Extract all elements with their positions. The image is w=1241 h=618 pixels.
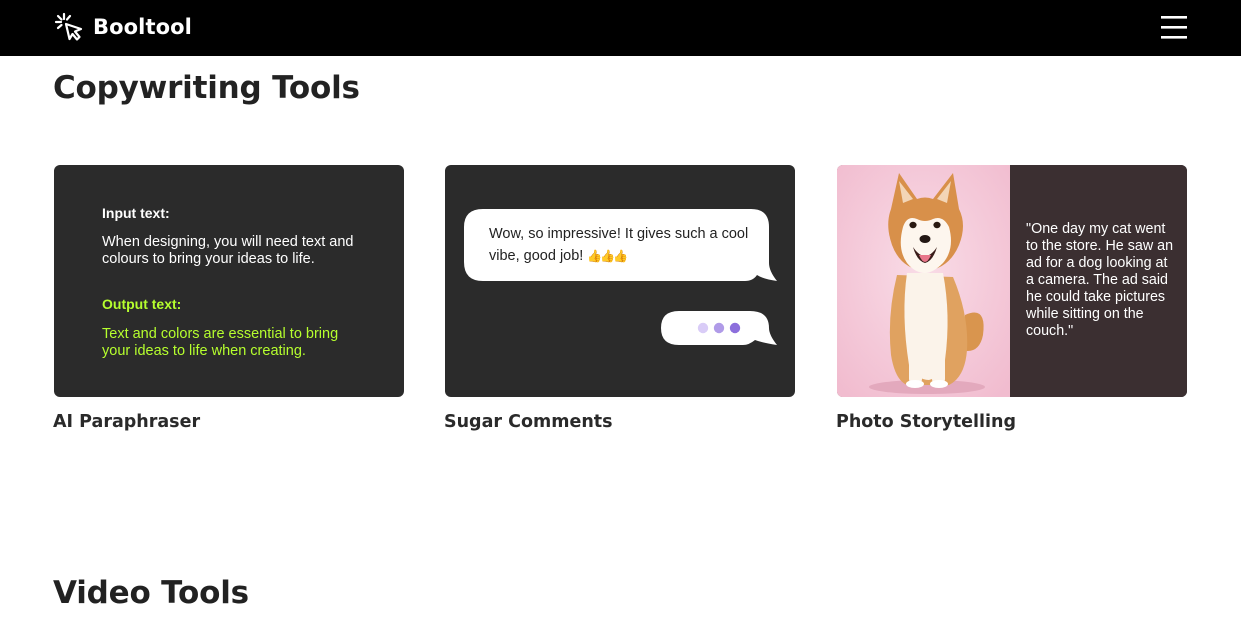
- comment-text: Wow, so impressive! It gives such a cool…: [489, 223, 759, 267]
- chat-bubbles-illustration: [464, 209, 777, 345]
- brand-name: Booltool: [93, 15, 192, 39]
- tool-thumbnail: "One day my cat went to the store. He sa…: [837, 165, 1187, 397]
- story-panel: "One day my cat went to the store. He sa…: [1010, 165, 1187, 397]
- input-text: When designing, you will need text and c…: [102, 234, 354, 267]
- tool-thumbnail: Input text: When designing, you will nee…: [54, 165, 404, 397]
- input-label: Input text:: [102, 205, 170, 221]
- output-text: Text and colors are essential to bring y…: [102, 326, 339, 359]
- tool-card-title[interactable]: Sugar Comments: [444, 412, 613, 432]
- tool-card-title[interactable]: Photo Storytelling: [836, 412, 1016, 432]
- dog-illustration: [837, 165, 1010, 397]
- tool-card-photo-storytelling[interactable]: "One day my cat went to the store. He sa…: [836, 165, 1187, 432]
- cursor-click-icon: [54, 12, 83, 41]
- hamburger-menu-icon: [1161, 16, 1187, 39]
- tool-card-ai-paraphraser[interactable]: Input text: When designing, you will nee…: [53, 165, 404, 432]
- typing-dots-icon: [697, 322, 741, 334]
- output-label: Output text:: [102, 296, 182, 312]
- menu-button[interactable]: [1158, 13, 1190, 43]
- tool-card-sugar-comments[interactable]: Wow, so impressive! It gives such a cool…: [444, 165, 795, 432]
- tool-card-title[interactable]: AI Paraphraser: [53, 412, 200, 432]
- thumbs-up-emoji: 👍👍👍: [587, 249, 628, 263]
- story-text: "One day my cat went to the store. He sa…: [1026, 221, 1174, 339]
- brand-logo-link[interactable]: Booltool: [54, 11, 192, 43]
- section-title-video-tools: Video Tools: [53, 575, 249, 611]
- top-navigation-bar: Booltool: [0, 0, 1241, 56]
- section-title-copywriting-tools: Copywriting Tools: [53, 70, 360, 106]
- shiba-inu-dog-photo: [837, 165, 1010, 397]
- tool-thumbnail: Wow, so impressive! It gives such a cool…: [445, 165, 795, 397]
